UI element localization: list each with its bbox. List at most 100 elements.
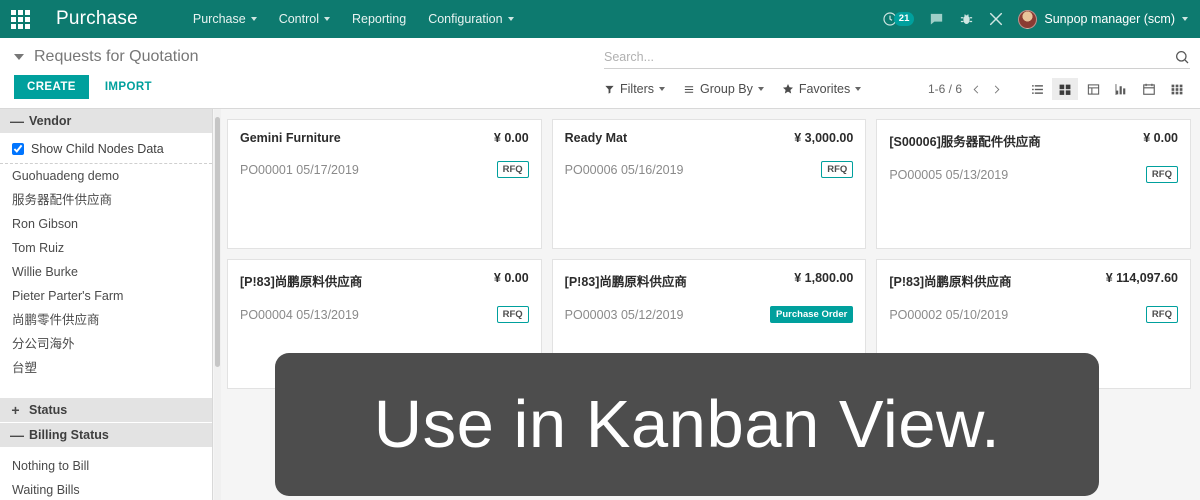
status-badge: Purchase Order [770, 306, 854, 323]
list-view-icon[interactable] [1024, 78, 1050, 100]
pager-next-icon[interactable] [991, 83, 1002, 96]
app-brand-title[interactable]: Purchase [56, 8, 138, 30]
top-navbar: Purchase Purchase Control Reporting Conf… [0, 0, 1200, 38]
wrench-icon[interactable] [988, 11, 1004, 27]
card-vendor-name: [P!83]尚鹏原料供应商 [240, 275, 363, 289]
nav-menu-configuration-label: Configuration [428, 12, 503, 26]
control-panel-buttons: CREATE IMPORT [14, 75, 604, 99]
status-badge: RFQ [496, 306, 529, 323]
kanban-card[interactable]: Ready Mat ¥ 3,000.00 PO00006 05/16/2019 … [551, 119, 867, 249]
searchview [604, 49, 1190, 69]
user-name-label: Sunpop manager (scm) [1044, 12, 1175, 26]
status-badge: RFQ [1145, 306, 1178, 323]
filters-label: Filters [620, 82, 655, 96]
show-child-nodes-row[interactable]: Show Child Nodes Data [0, 134, 212, 164]
filters-dropdown[interactable]: Filters [604, 80, 675, 98]
chat-bubble-icon[interactable] [928, 11, 945, 28]
control-panel-left: Requests for Quotation CREATE IMPORT [14, 38, 604, 99]
breadcrumb[interactable]: Requests for Quotation [14, 38, 604, 66]
sidebar-section-status[interactable]: + Status [0, 398, 212, 423]
collapse-minus-icon: — [10, 113, 24, 129]
user-menu[interactable]: Sunpop manager (scm) [1018, 9, 1188, 29]
kanban-card[interactable]: [S00006]服务器配件供应商 ¥ 0.00 PO00005 05/13/20… [876, 119, 1191, 249]
star-icon [782, 84, 793, 94]
status-badge: RFQ [821, 161, 854, 178]
status-badge: RFQ [1145, 166, 1178, 183]
show-child-nodes-label: Show Child Nodes Data [31, 142, 164, 156]
nav-menu-reporting[interactable]: Reporting [341, 6, 417, 32]
kanban-card[interactable]: [P!83]尚鹏原料供应商 ¥ 114,097.60 PO00002 05/10… [876, 259, 1191, 389]
sidebar-section-billing-status[interactable]: — Billing Status [0, 423, 212, 448]
nav-menu-purchase-label: Purchase [192, 12, 246, 26]
sidebar-item-billing-1[interactable]: Waiting Bills [0, 478, 212, 500]
card-reference: PO00003 05/12/2019 [564, 307, 684, 322]
search-icon[interactable] [1174, 49, 1190, 65]
page-title: Requests for Quotation [34, 48, 199, 65]
sidebar-item-vendor-4[interactable]: Willie Burke [0, 260, 212, 284]
group-by-icon [684, 85, 694, 93]
chevron-down-icon [14, 54, 24, 60]
nav-menu-control[interactable]: Control [268, 6, 341, 32]
sidebar-item-billing-0[interactable]: Nothing to Bill [0, 454, 212, 478]
sidebar-item-vendor-8[interactable]: 台塑 [0, 356, 212, 380]
filter-sidebar: — Vendor Show Child Nodes Data Guohuaden… [0, 109, 213, 500]
nav-menu-purchase[interactable]: Purchase [182, 6, 268, 32]
navbar-menus: Purchase Control Reporting Configuration [182, 6, 525, 32]
sidebar-item-vendor-2[interactable]: Ron Gibson [0, 212, 212, 236]
card-reference: PO00004 05/13/2019 [240, 307, 359, 322]
pager: 1-6 / 6 [928, 82, 1002, 96]
chevron-down-icon [323, 17, 330, 21]
chevron-down-icon [757, 87, 764, 91]
activities-menu[interactable]: 21 [882, 11, 915, 27]
filter-icon [605, 85, 614, 94]
create-button[interactable]: CREATE [14, 75, 89, 99]
card-reference: PO00002 05/10/2019 [889, 307, 1009, 322]
filter-row: Filters Group By Favorites 1-6 / 6 [604, 78, 1190, 100]
kanban-card[interactable]: [P!83]尚鹏原料供应商 ¥ 1,800.00 PO00003 05/12/2… [551, 259, 867, 389]
sidebar-item-vendor-3[interactable]: Tom Ruiz [0, 236, 212, 260]
card-vendor-name: [S00006]服务器配件供应商 [889, 135, 1041, 149]
card-amount: ¥ 0.00 [493, 271, 529, 285]
kanban-card[interactable]: Gemini Furniture ¥ 0.00 PO00001 05/17/20… [227, 119, 542, 249]
card-reference: PO00001 05/17/2019 [240, 162, 359, 177]
groupby-dropdown[interactable]: Group By [683, 80, 774, 98]
search-input[interactable] [604, 50, 1174, 64]
activity-view-icon[interactable] [1164, 78, 1190, 100]
pager-previous-icon[interactable] [971, 83, 982, 96]
sidebar-item-vendor-6[interactable]: 尚鹏零件供应商 [0, 308, 212, 332]
card-vendor-name: Ready Mat [564, 131, 628, 145]
content-area: — Vendor Show Child Nodes Data Guohuaden… [0, 109, 1200, 500]
sidebar-item-vendor-0[interactable]: Guohuadeng demo [0, 164, 212, 188]
kanban-view: Gemini Furniture ¥ 0.00 PO00001 05/17/20… [213, 109, 1200, 500]
nav-menu-configuration[interactable]: Configuration [417, 6, 524, 32]
kanban-grid: Gemini Furniture ¥ 0.00 PO00001 05/17/20… [227, 119, 1191, 389]
apps-grid-icon[interactable] [6, 6, 34, 32]
sidebar-section-vendor[interactable]: — Vendor [0, 109, 212, 134]
view-switcher [1024, 78, 1190, 100]
groupby-label: Group By [700, 82, 753, 96]
favorites-dropdown[interactable]: Favorites [782, 80, 871, 98]
kanban-view-icon[interactable] [1052, 78, 1078, 100]
kanban-scrollbar[interactable] [214, 109, 221, 500]
import-button[interactable]: IMPORT [97, 75, 160, 99]
chevron-down-icon [1182, 17, 1188, 21]
sidebar-item-vendor-7[interactable]: 分公司海外 [0, 332, 212, 356]
avatar [1018, 9, 1038, 29]
sidebar-section-vendor-label: Vendor [29, 114, 72, 128]
nav-menu-control-label: Control [278, 12, 319, 26]
activity-count-badge: 21 [893, 12, 915, 26]
pivot-view-icon[interactable] [1080, 78, 1106, 100]
control-panel: Requests for Quotation CREATE IMPORT Sea… [0, 38, 1200, 109]
calendar-view-icon[interactable] [1136, 78, 1162, 100]
chevron-down-icon [659, 87, 666, 91]
card-vendor-name: [P!83]尚鹏原料供应商 [889, 275, 1012, 289]
show-child-nodes-checkbox[interactable] [12, 143, 24, 155]
bug-icon[interactable] [959, 11, 974, 27]
pager-count: 1-6 / 6 [927, 82, 962, 96]
kanban-card[interactable]: [P!83]尚鹏原料供应商 ¥ 0.00 PO00004 05/13/2019 … [227, 259, 542, 389]
graph-view-icon[interactable] [1108, 78, 1134, 100]
control-panel-right: Filters Group By Favorites [604, 38, 1190, 100]
sidebar-item-vendor-5[interactable]: Pieter Parter's Farm [0, 284, 212, 308]
sidebar-item-vendor-1[interactable]: 服务器配件供应商 [0, 188, 212, 212]
card-reference: PO00005 05/13/2019 [889, 167, 1009, 182]
